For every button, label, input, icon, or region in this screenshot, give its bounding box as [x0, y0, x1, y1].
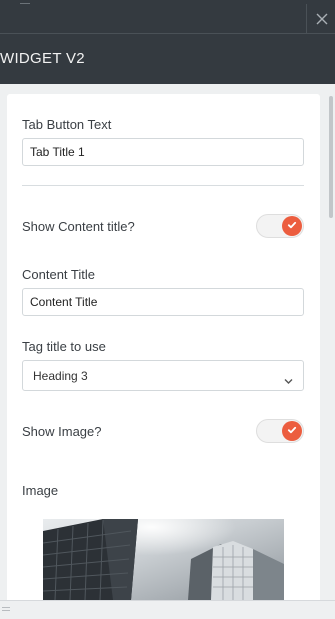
- show-image-label: Show Image?: [22, 424, 102, 439]
- check-icon: [287, 217, 297, 235]
- chevron-down-icon: [284, 372, 293, 390]
- panel-title: WIDGET V2: [0, 50, 85, 67]
- tag-title-selected-value: Heading 3: [33, 369, 88, 383]
- panel-footer: [0, 600, 335, 619]
- tag-title-label: Tag title to use: [22, 339, 106, 354]
- content-title-input[interactable]: [22, 288, 304, 316]
- close-icon: [316, 13, 328, 25]
- show-content-title-label: Show Content title?: [22, 219, 135, 234]
- header-divider: [0, 33, 335, 34]
- tab-button-text-input[interactable]: [22, 138, 304, 166]
- show-content-title-toggle[interactable]: [256, 214, 304, 238]
- panel-header: [0, 0, 335, 84]
- toggle-knob: [282, 421, 302, 441]
- top-strip-tick: [20, 0, 30, 4]
- content-title-label: Content Title: [22, 267, 95, 282]
- section-divider: [22, 185, 304, 186]
- image-label: Image: [22, 483, 59, 498]
- top-strip: [0, 0, 335, 5]
- show-image-toggle[interactable]: [256, 419, 304, 443]
- check-icon: [287, 422, 297, 440]
- close-button[interactable]: [306, 4, 335, 33]
- image-preview[interactable]: [43, 519, 284, 600]
- tab-button-text-label: Tab Button Text: [22, 117, 112, 132]
- resize-handle-icon[interactable]: [2, 607, 10, 612]
- scrollbar-thumb[interactable]: [329, 96, 333, 218]
- tag-title-select[interactable]: Heading 3: [22, 360, 304, 391]
- toggle-knob: [282, 216, 302, 236]
